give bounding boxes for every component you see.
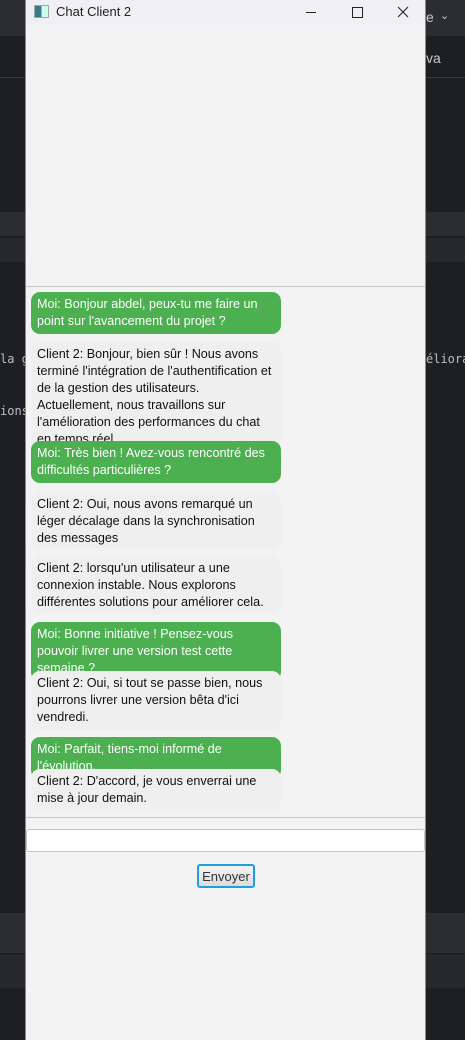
message-list[interactable]: Moi: Bonjour abdel, peux-tu me faire un … (26, 287, 425, 818)
maximize-button[interactable] (334, 0, 380, 24)
window-title: Chat Client 2 (56, 4, 132, 19)
message-bubble-sent: Moi: Bonjour abdel, peux-tu me faire un … (31, 292, 281, 334)
message-bubble-received: Client 2: lorsqu'un utilisateur a une co… (31, 556, 281, 615)
message-bubble-received: Client 2: Oui, si tout se passe bien, no… (31, 671, 281, 730)
close-icon (397, 6, 409, 18)
ide-code-fragment: éliorat (426, 352, 465, 366)
ide-menu-fragment: e (426, 9, 434, 25)
send-button[interactable]: Envoyer (197, 864, 255, 888)
minimize-icon (306, 11, 316, 13)
chat-window: Chat Client 2 Moi: Bonjour abdel, peux-t… (25, 0, 426, 1040)
empty-top-panel (26, 24, 425, 287)
message-input[interactable] (26, 829, 425, 852)
message-bubble-received: Client 2: Bonjour, bien sûr ! Nous avons… (31, 342, 281, 452)
app-icon (34, 5, 49, 18)
ide-tab-fragment: va (426, 50, 441, 66)
maximize-icon (351, 6, 363, 18)
title-bar[interactable]: Chat Client 2 (26, 0, 425, 24)
minimize-button[interactable] (288, 0, 334, 24)
message-bubble-sent: Moi: Très bien ! Avez-vous rencontré des… (31, 441, 281, 483)
message-bubble-received: Client 2: D'accord, je vous enverrai une… (31, 769, 281, 811)
message-bubble-received: Client 2: Oui, nous avons remarqué un lé… (31, 492, 281, 551)
close-button[interactable] (380, 0, 426, 24)
chevron-down-icon: ⌄ (440, 10, 450, 22)
